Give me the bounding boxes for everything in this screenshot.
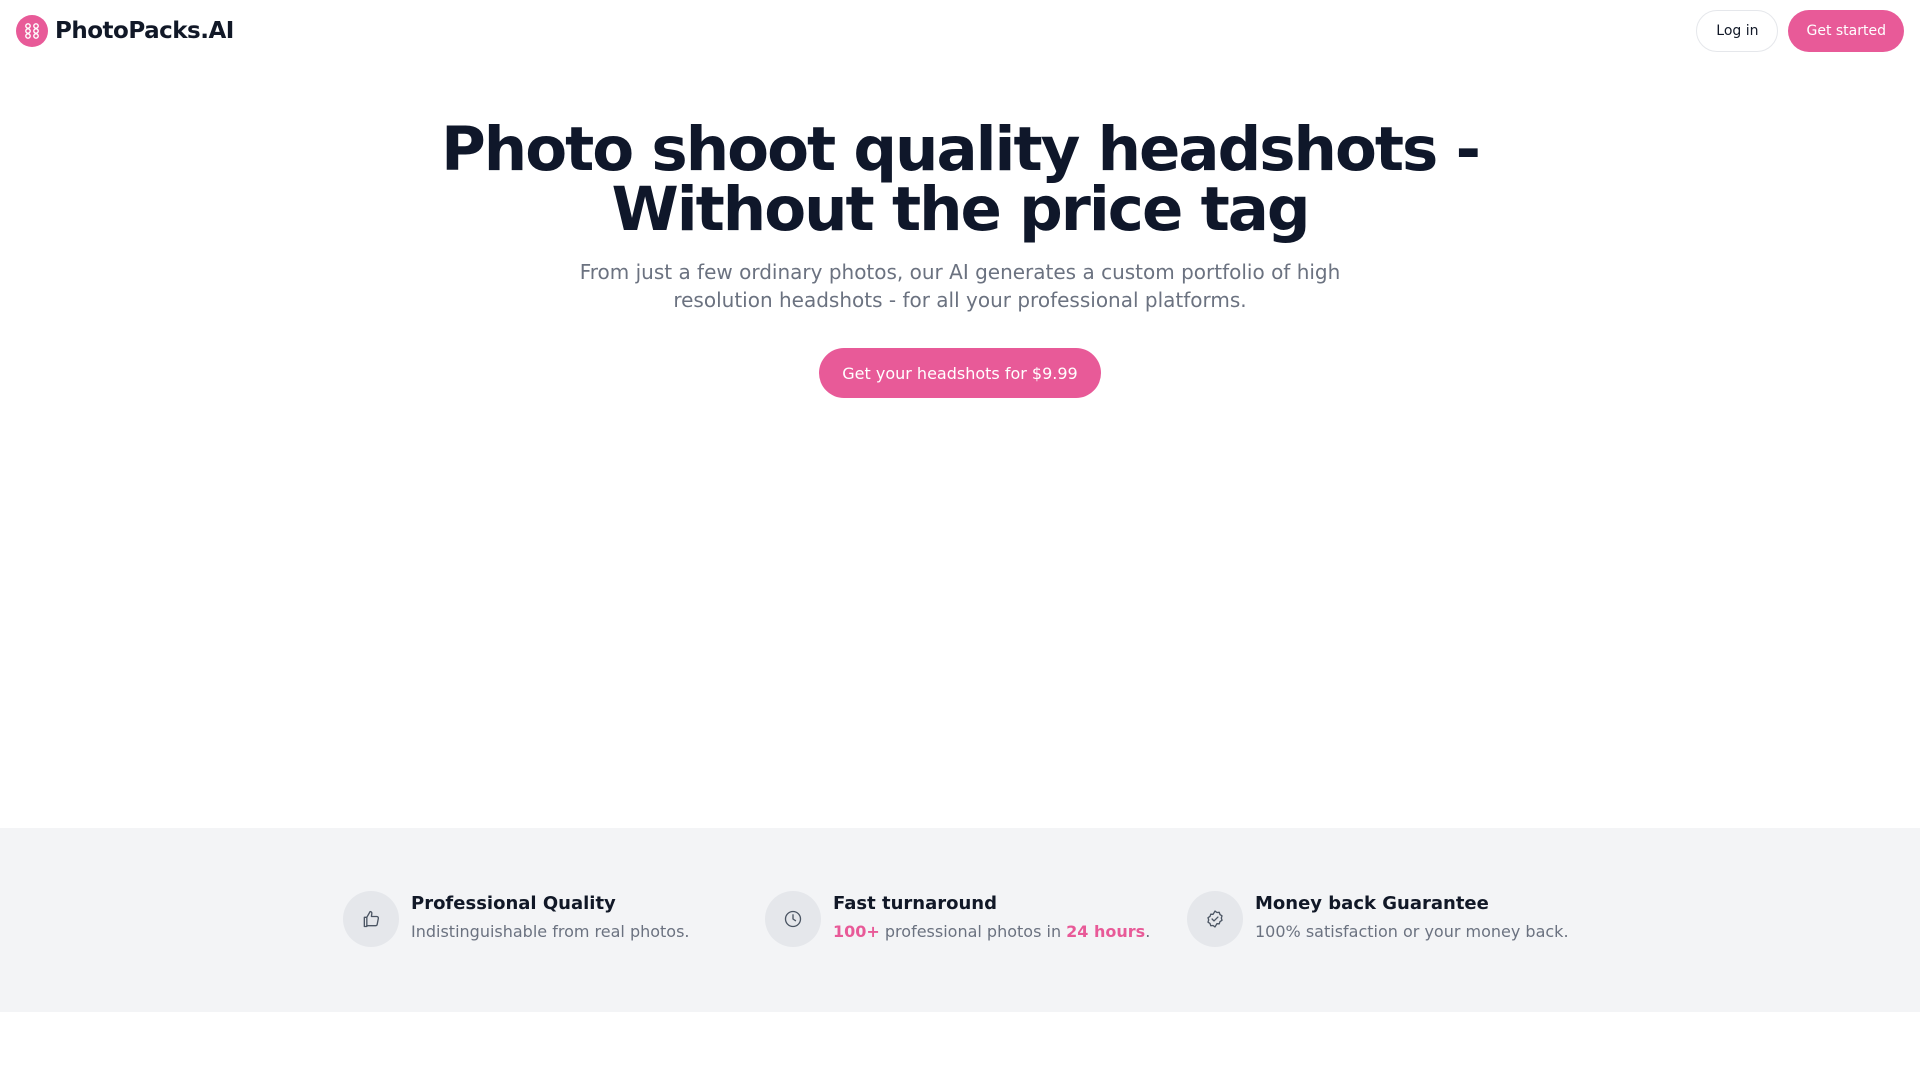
photo-count-highlight: 100+: [833, 922, 880, 941]
feature-professional-quality: Professional Quality Indistinguishable f…: [343, 891, 690, 947]
hero-subtitle: From just a few ordinary photos, our AI …: [579, 260, 1341, 312]
photo-grid-icon: [16, 15, 48, 47]
hero-section: Photo shoot quality headshots - Without …: [0, 119, 1920, 398]
thumbs-up-icon: [343, 891, 399, 947]
header-actions: Log in Get started: [1696, 10, 1904, 52]
login-button[interactable]: Log in: [1696, 10, 1779, 52]
brand-link[interactable]: PhotoPacks.AI: [16, 15, 234, 47]
landing-page: PhotoPacks.AI Log in Get started Photo s…: [0, 0, 1920, 1080]
get-headshots-button[interactable]: Get your headshots for $9.99: [819, 348, 1101, 398]
feature-text: Fast turnaround 100+ professional photos…: [833, 891, 1150, 945]
feature-text: Professional Quality Indistinguishable f…: [411, 891, 690, 945]
feature-description: Indistinguishable from real photos.: [411, 922, 690, 941]
features-band: Professional Quality Indistinguishable f…: [0, 828, 1920, 1012]
turnaround-time-highlight: 24 hours: [1066, 922, 1146, 941]
brand-name: PhotoPacks.AI: [55, 18, 234, 44]
feature-title: Fast turnaround: [833, 893, 997, 914]
site-header: PhotoPacks.AI Log in Get started: [0, 0, 1920, 62]
feature-description: 100% satisfaction or your money back.: [1255, 922, 1569, 941]
clock-icon: [765, 891, 821, 947]
hero-title: Photo shoot quality headshots - Without …: [410, 119, 1510, 240]
badge-check-icon: [1187, 891, 1243, 947]
hero-title-line2: Without the price tag: [611, 174, 1310, 245]
feature-money-back-guarantee: Money back Guarantee 100% satisfaction o…: [1187, 891, 1569, 947]
feature-title: Money back Guarantee: [1255, 893, 1489, 914]
feature-fast-turnaround: Fast turnaround 100+ professional photos…: [765, 891, 1150, 947]
feature-description: 100+ professional photos in 24 hours.: [833, 919, 1150, 945]
feature-text: Money back Guarantee 100% satisfaction o…: [1255, 891, 1569, 945]
feature-desc-mid: professional photos in: [879, 922, 1067, 941]
feature-title: Professional Quality: [411, 893, 616, 914]
get-started-button[interactable]: Get started: [1788, 10, 1904, 52]
feature-desc-end: .: [1145, 922, 1151, 941]
